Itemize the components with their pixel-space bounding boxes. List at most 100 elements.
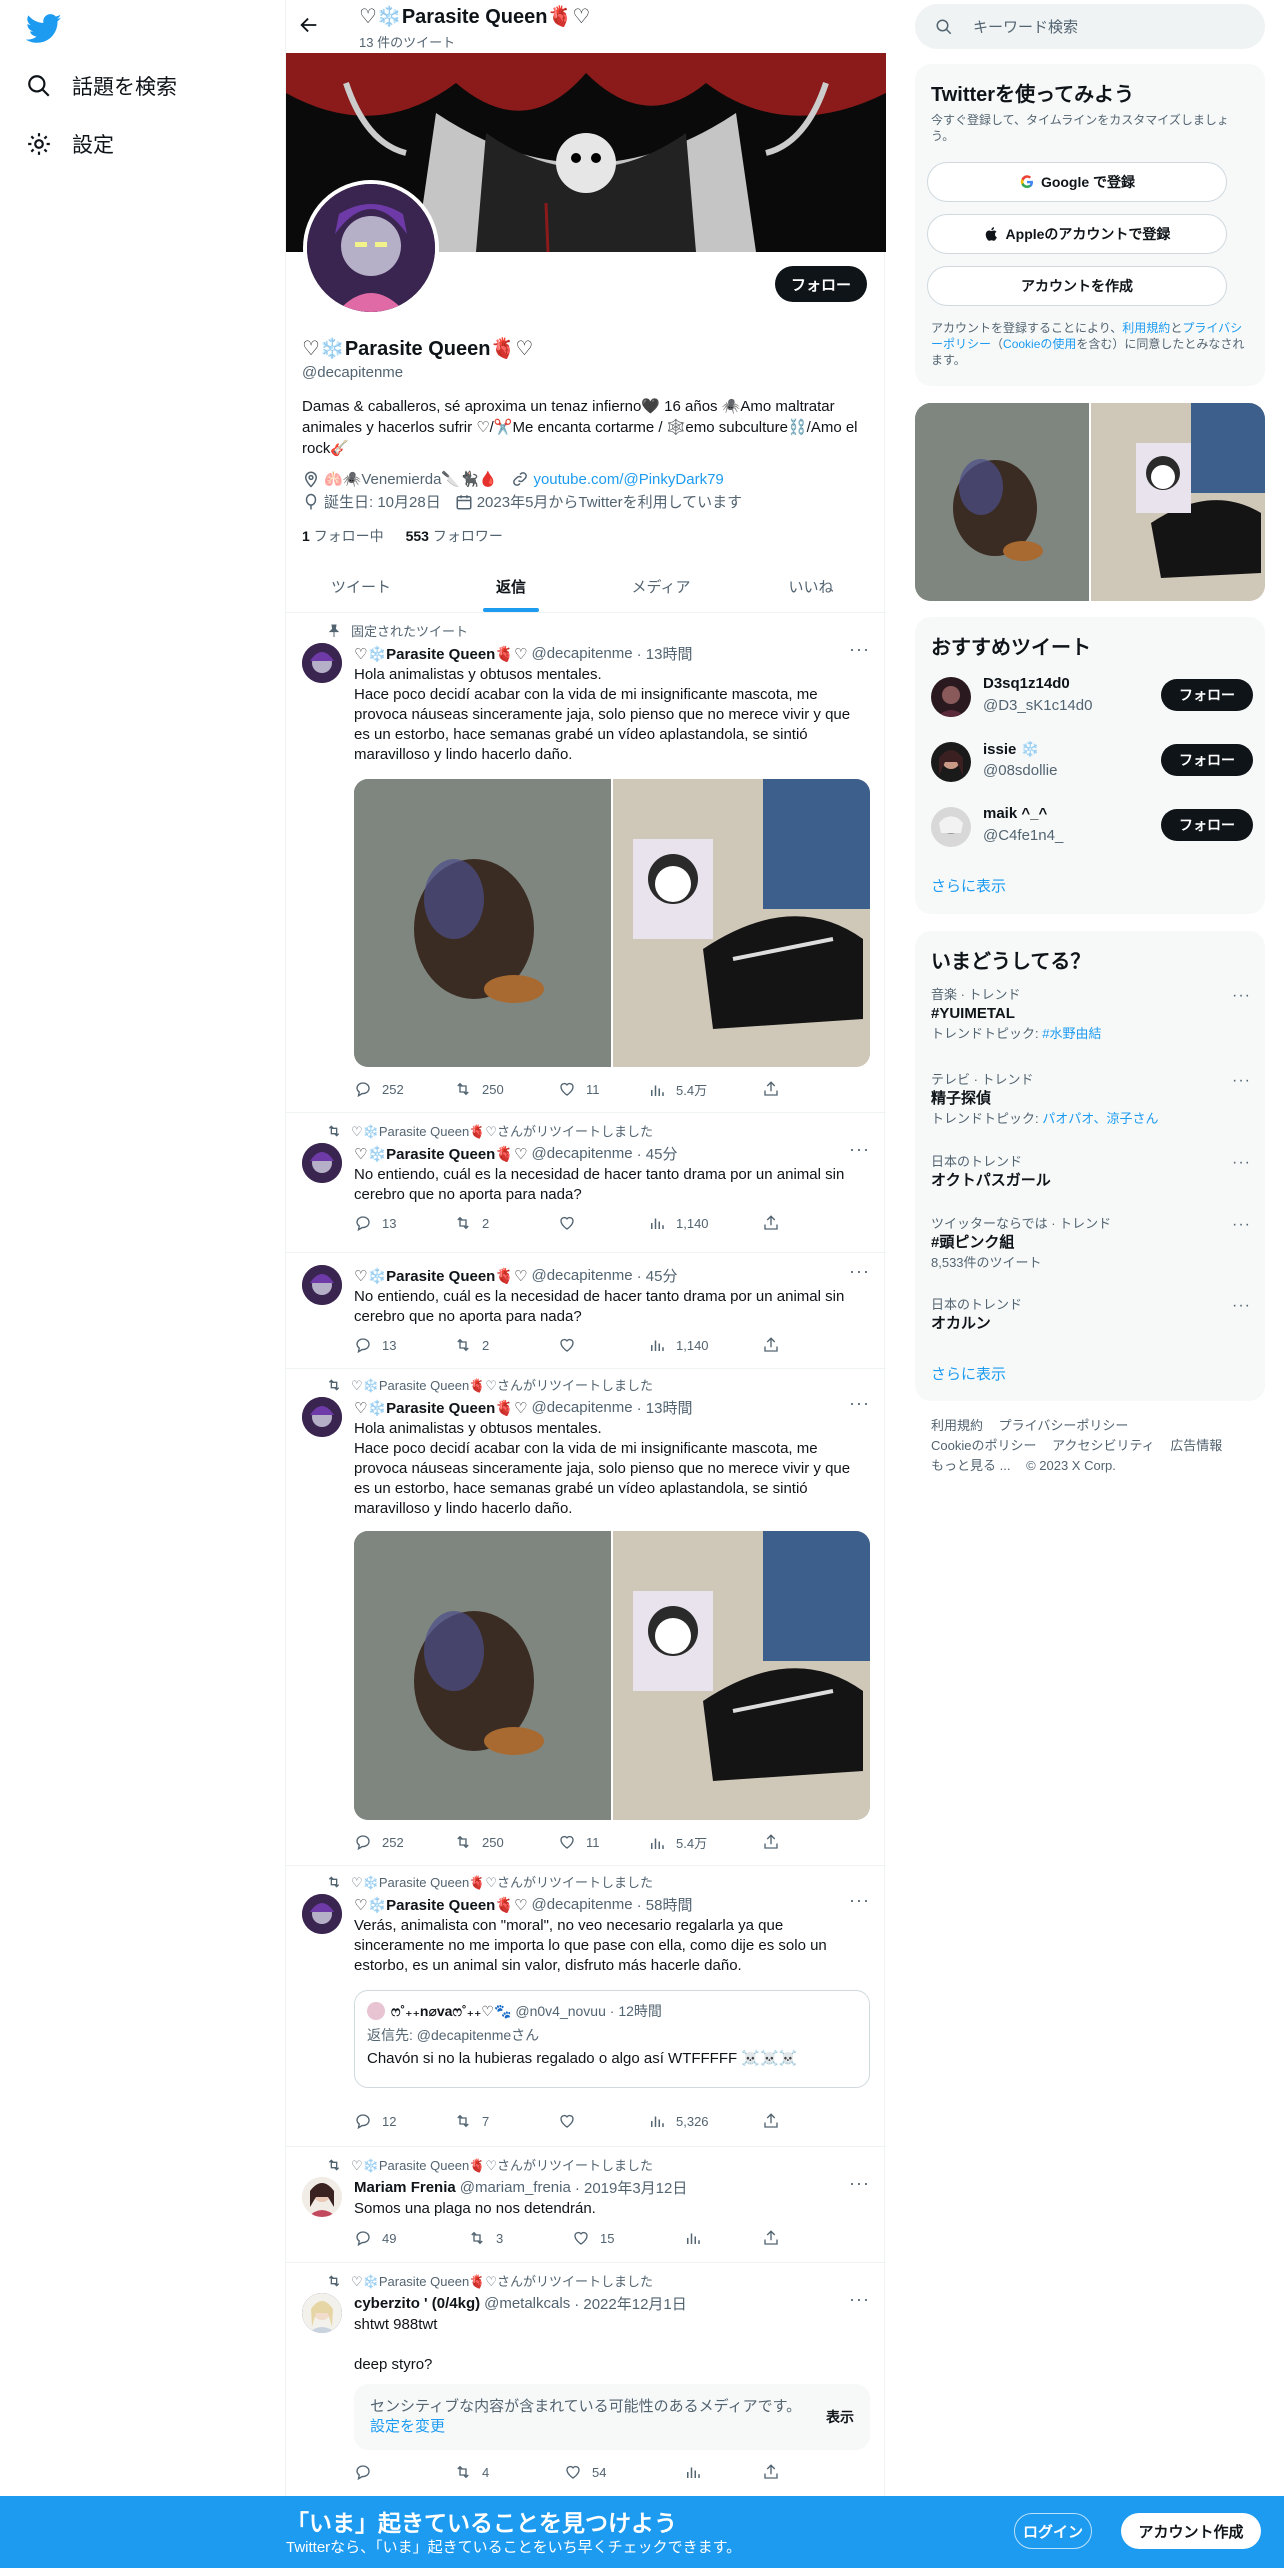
retweet-button[interactable]: 2 — [454, 1214, 489, 1232]
trends-show-more-link[interactable]: さらに表示 — [931, 1363, 1006, 1384]
who-row[interactable]: issie ❄️ @08sdollie フォロー — [931, 738, 1253, 786]
who-follow-button[interactable]: フォロー — [1161, 744, 1253, 776]
tweet-handle[interactable]: @metalkcals — [484, 2295, 570, 2312]
tweet-author[interactable]: Mariam Frenia — [354, 2179, 456, 2196]
following-link[interactable]: 1 フォロー中 — [302, 528, 384, 544]
tweet-time[interactable]: · 13時間 — [637, 1397, 693, 1418]
reply-button[interactable]: 12 — [354, 2112, 396, 2130]
who-show-more-link[interactable]: さらに表示 — [931, 875, 1006, 896]
more-icon[interactable]: ··· — [849, 2289, 870, 2310]
tweet-media[interactable] — [354, 779, 870, 1067]
tweet-author[interactable]: ♡❄️Parasite Queen🫀♡ — [354, 645, 527, 663]
tab-likes[interactable]: いいね — [736, 560, 886, 612]
share-button[interactable] — [762, 1336, 790, 1354]
more-icon[interactable]: ··· — [1232, 1216, 1251, 1234]
tweet-retweeted[interactable]: ♡❄️Parasite Queen🫀♡さんがリツイートしました Mariam F… — [286, 2147, 886, 2263]
search-input[interactable]: キーワード検索 — [915, 4, 1265, 49]
reply-button[interactable]: 252 — [354, 1833, 404, 1851]
media-preview-shoe[interactable] — [1091, 403, 1265, 601]
more-icon[interactable]: ··· — [1232, 1072, 1251, 1090]
avatar[interactable] — [302, 2293, 342, 2333]
back-arrow-icon[interactable] — [298, 14, 320, 36]
tweet-pinned[interactable]: 固定されたツイート ♡❄️Parasite Queen🫀♡ @decapiten… — [286, 613, 886, 1113]
tweet-handle[interactable]: @decapitenme — [531, 645, 632, 662]
tweet-time[interactable]: · 45分 — [637, 1265, 678, 1286]
tweet-handle[interactable]: @decapitenme — [531, 1267, 632, 1284]
media-image-shoe[interactable] — [613, 1531, 870, 1820]
media-preview-grid[interactable] — [915, 403, 1265, 601]
share-button[interactable] — [762, 1214, 790, 1232]
trend-item[interactable]: 日本のトレンド オカルン ··· — [931, 1297, 1251, 1335]
profile-link[interactable]: youtube.com/@PinkyDark79 — [533, 471, 723, 488]
tweet-author[interactable]: cyberzito ' (0/4kg) — [354, 2295, 480, 2312]
like-button[interactable]: 11 — [558, 1833, 600, 1851]
who-row[interactable]: D3sq1z14d0 @D3_sK1c14d0 フォロー — [931, 673, 1253, 721]
avatar[interactable] — [302, 1265, 342, 1305]
tweet-time[interactable]: · 2019年3月12日 — [575, 2177, 688, 2198]
show-media-button[interactable]: 表示 — [826, 2407, 854, 2427]
more-icon[interactable]: ··· — [849, 639, 870, 660]
views-button[interactable] — [684, 2229, 712, 2247]
tweet-retweeted[interactable]: ♡❄️Parasite Queen🫀♡さんがリツイートしました cyberzit… — [286, 2263, 886, 2496]
views-button[interactable]: 5.4万 — [648, 1080, 707, 1099]
like-button[interactable] — [558, 1214, 586, 1232]
media-image-dog[interactable] — [354, 779, 611, 1067]
login-button[interactable]: ログイン — [1014, 2513, 1092, 2549]
nav-settings[interactable]: 設定 — [26, 124, 114, 164]
share-button[interactable] — [762, 2229, 790, 2247]
footer-cookie[interactable]: Cookieのポリシー — [931, 1436, 1036, 1456]
tweet-media[interactable] — [354, 1531, 870, 1820]
tweet-time[interactable]: · 58時間 — [637, 1894, 693, 1915]
avatar[interactable] — [302, 1143, 342, 1183]
trend-sub-link[interactable]: #水野由結 — [1042, 1026, 1101, 1041]
media-image-shoe[interactable] — [613, 779, 870, 1067]
tweet-retweeted[interactable]: ♡❄️Parasite Queen🫀♡さんがリツイートしました ♡❄️Paras… — [286, 1369, 886, 1866]
avatar[interactable] — [931, 807, 971, 847]
who-follow-button[interactable]: フォロー — [1161, 809, 1253, 841]
profile-avatar[interactable] — [303, 180, 439, 316]
tweet-author[interactable]: ♡❄️Parasite Queen🫀♡ — [354, 1267, 527, 1285]
more-icon[interactable]: ··· — [1232, 1154, 1251, 1172]
views-button[interactable] — [684, 2463, 712, 2481]
tweet-handle[interactable]: @decapitenme — [531, 1145, 632, 1162]
retweet-button[interactable]: 3 — [468, 2229, 503, 2247]
who-row[interactable]: maik ^_^ @C4fe1n4_ フォロー — [931, 803, 1253, 851]
tweet-retweeted[interactable]: ♡❄️Parasite Queen🫀♡さんがリツイートしました ♡❄️Paras… — [286, 1866, 886, 2147]
create-account-button[interactable]: アカウントを作成 — [927, 266, 1227, 306]
share-button[interactable] — [762, 2112, 790, 2130]
tweet-author[interactable]: ♡❄️Parasite Queen🫀♡ — [354, 1145, 527, 1163]
more-icon[interactable]: ··· — [849, 1261, 870, 1282]
avatar[interactable] — [302, 2177, 342, 2217]
retweet-button[interactable]: 2 — [454, 1336, 489, 1354]
google-signup-button[interactable]: Google で登録 — [927, 162, 1227, 202]
share-button[interactable] — [762, 2463, 790, 2481]
reply-button[interactable]: 49 — [354, 2229, 396, 2247]
views-button[interactable]: 5,326 — [648, 2112, 709, 2130]
more-icon[interactable]: ··· — [849, 1890, 870, 1911]
reply-button[interactable]: 252 — [354, 1080, 404, 1098]
tweet-handle[interactable]: @decapitenme — [531, 1896, 632, 1913]
who-follow-button[interactable]: フォロー — [1161, 679, 1253, 711]
retweet-button[interactable]: 250 — [454, 1080, 504, 1098]
tweet-author[interactable]: ♡❄️Parasite Queen🫀♡ — [354, 1399, 527, 1417]
views-button[interactable]: 1,140 — [648, 1336, 709, 1354]
share-button[interactable] — [762, 1833, 790, 1851]
reply-button[interactable]: 13 — [354, 1336, 396, 1354]
tab-tweets[interactable]: ツイート — [286, 560, 436, 612]
trend-item[interactable]: 音楽 · トレンド #YUIMETAL トレンドトピック: #水野由結 ··· — [931, 987, 1251, 1043]
views-button[interactable]: 5.4万 — [648, 1833, 707, 1852]
like-button[interactable]: 15 — [572, 2229, 614, 2247]
apple-signup-button[interactable]: Appleのアカウントで登録 — [927, 214, 1227, 254]
change-settings-link[interactable]: 設定を変更 — [370, 2418, 445, 2435]
tweet[interactable]: ♡❄️Parasite Queen🫀♡ @decapitenme · 45分 ·… — [286, 1253, 886, 1369]
avatar[interactable] — [931, 677, 971, 717]
avatar[interactable] — [302, 1894, 342, 1934]
reply-button[interactable]: 13 — [354, 1214, 396, 1232]
twitter-logo-icon[interactable] — [26, 14, 62, 44]
cookie-link[interactable]: Cookieの使用 — [1003, 337, 1076, 351]
trend-item[interactable]: ツイッターならでは · トレンド #頭ピンク組 8,533件のツイート ··· — [931, 1216, 1251, 1272]
share-button[interactable] — [762, 1080, 790, 1098]
footer-ads[interactable]: 広告情報 — [1170, 1436, 1222, 1456]
signup-button[interactable]: アカウント作成 — [1121, 2513, 1261, 2549]
trend-item[interactable]: テレビ · トレンド 精子探偵 トレンドトピック: パオパオ、涼子さん ··· — [931, 1072, 1251, 1128]
